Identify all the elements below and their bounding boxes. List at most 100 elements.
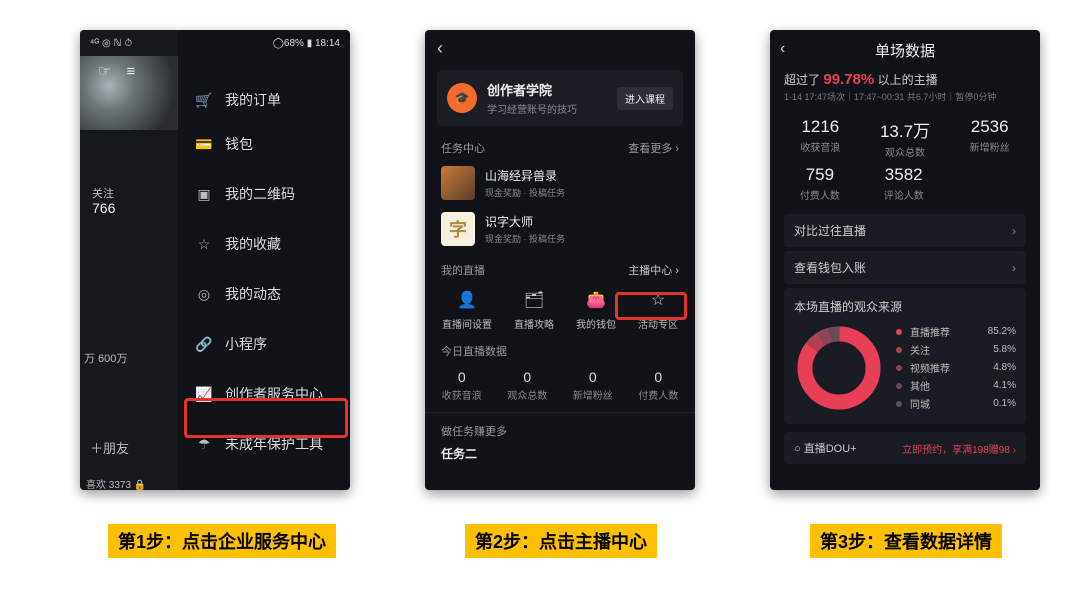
status-bar: ⁴ᴳ ◎ ℕ ⏱ ◯68% ▮ 18:14 <box>80 30 350 56</box>
menu-qrcode[interactable]: ▣ 我的二维码 <box>195 172 336 216</box>
stat-viewers: 13.7万观众总数 <box>863 117 948 159</box>
academy-text: 创作者学院 学习经营账号的技巧 <box>487 80 577 116</box>
task2-label: 任务二 <box>425 443 695 464</box>
chevron-right-icon: › <box>1012 261 1016 275</box>
stat-payers: 759付费人数 <box>778 165 862 202</box>
highlight-anchor-center <box>615 292 687 320</box>
user-icon: 👤 <box>457 290 477 310</box>
stat-newfans: 2536新增粉丝 <box>947 117 1032 159</box>
my-live-header: 我的直播 主播中心 › <box>425 258 695 282</box>
umbrella-icon: ☂ <box>195 436 213 453</box>
menu-label: 我的收藏 <box>225 234 281 254</box>
see-more-link[interactable]: 查看更多 › <box>628 140 679 156</box>
menu-moments[interactable]: ◎ 我的动态 <box>195 272 336 316</box>
task-thumb <box>441 166 475 200</box>
task-thumb: 字 <box>441 212 475 246</box>
grid-label: 直播攻略 <box>514 316 554 331</box>
compare-past-link[interactable]: 对比过往直播› <box>784 214 1026 247</box>
today-stats-label: 今日直播数据 <box>441 343 507 359</box>
task-item[interactable]: 山海经异兽录 现金奖励 · 投稿任务 <box>425 160 695 206</box>
live-settings[interactable]: 👤 直播间设置 <box>442 290 492 331</box>
menu-orders[interactable]: 🛒 我的订单 <box>195 78 336 122</box>
menu-label: 我的二维码 <box>225 184 295 204</box>
today-stats-header: 今日直播数据 <box>425 339 695 363</box>
academy-title: 创作者学院 <box>487 80 577 99</box>
highlight-creator-center <box>184 398 348 438</box>
task-text: 识字大师 现金奖励 · 投稿任务 <box>485 213 565 245</box>
hand-icon[interactable]: ☞ ≡ <box>98 60 135 81</box>
card-icon: 💳 <box>195 136 213 153</box>
my-wallet[interactable]: 👛 我的钱包 <box>576 290 616 331</box>
chevron-right-icon: › <box>1012 224 1016 238</box>
screenshot-step1: ⁴ᴳ ◎ ℕ ⏱ ◯68% ▮ 18:14 ☞ ≡ 关注 766 万 600万 … <box>80 30 350 490</box>
stat-item: 0付费人数 <box>638 369 678 402</box>
status-right: ◯68% ▮ 18:14 <box>273 38 340 49</box>
star-icon: ☆ <box>195 236 213 253</box>
task-title: 识字大师 <box>485 213 565 230</box>
donut-legend: 直播推荐85.2%关注5.8%视频推荐4.8%其他4.1%同城0.1% <box>896 321 1016 414</box>
dou-label: ○ 直播DOU+ <box>794 440 857 456</box>
wallet-income-link[interactable]: 查看钱包入账› <box>784 251 1026 284</box>
caption-step1: 第1步：点击企业服务中心 <box>108 524 336 558</box>
menu-favorites[interactable]: ☆ 我的收藏 <box>195 222 336 266</box>
page-title: ‹ 单场数据 <box>770 30 1040 63</box>
screenshot-step3: ‹ 单场数据 超过了 99.78% 以上的主播 1-14 17:47场次｜17:… <box>770 30 1040 490</box>
task-center-label: 任务中心 <box>441 140 485 156</box>
caption-step3: 第3步：查看数据详情 <box>810 524 1002 558</box>
menu-label: 我的动态 <box>225 284 281 304</box>
exceed-pct: 99.78% <box>823 71 874 88</box>
menu-label: 小程序 <box>225 334 267 354</box>
exceed-line: 超过了 99.78% 以上的主播 1-14 17:47场次｜17:47~00:3… <box>770 63 1040 105</box>
fans-text: 万 600万 <box>84 350 127 366</box>
dou-cta: 立即预约，享满198赠98 › <box>902 441 1016 456</box>
today-stats: 0收获音浪 0观众总数 0新增粉丝 0付费人数 <box>425 363 695 413</box>
creator-academy-card[interactable]: 🎓 创作者学院 学习经营账号的技巧 进入课程 <box>437 70 683 126</box>
audience-source-card: 本场直播的观众来源 直播推荐85.2%关注5.8%视频推荐4.8%其他4.1%同… <box>784 288 1026 424</box>
stat-sound: 1216收获音浪 <box>778 117 863 159</box>
follow-label: 关注 <box>92 185 114 201</box>
dou-plus-promo[interactable]: ○ 直播DOU+ 立即预约，享满198赠98 › <box>784 432 1026 464</box>
cart-icon: 🛒 <box>195 92 213 109</box>
my-live-label: 我的直播 <box>441 262 485 278</box>
more-tasks-header: 做任务赚更多 <box>425 419 695 443</box>
screenshot-step2: ‹ 🎓 创作者学院 学习经营账号的技巧 进入课程 任务中心 查看更多 › 山海经… <box>425 30 695 490</box>
caption-step2: 第2步：点击主播中心 <box>465 524 657 558</box>
big-stats-row2: 759付费人数 3582评论人数 <box>770 161 1040 204</box>
enter-course-button[interactable]: 进入课程 <box>617 87 673 110</box>
academy-sub: 学习经营账号的技巧 <box>487 101 577 116</box>
menu-wallet[interactable]: 💳钱包 <box>195 122 336 166</box>
task-center-header: 任务中心 查看更多 › <box>425 136 695 160</box>
stat-comments: 3582评论人数 <box>862 165 946 202</box>
status-left: ⁴ᴳ ◎ ℕ ⏱ <box>90 38 132 49</box>
add-friend[interactable]: ＋朋友 <box>90 438 129 457</box>
stat-item: 0收获音浪 <box>442 369 482 402</box>
stat-item: 0新增粉丝 <box>573 369 613 402</box>
big-stats-row1: 1216收获音浪 13.7万观众总数 2536新增粉丝 <box>770 105 1040 161</box>
back-icon[interactable]: ‹ <box>437 38 443 59</box>
academy-icon: 🎓 <box>447 83 477 113</box>
grid-label: 直播间设置 <box>442 316 492 331</box>
likes-text: 喜欢 3373 🔒 <box>86 476 146 490</box>
back-icon[interactable]: ‹ <box>780 40 785 58</box>
more-tasks-label: 做任务赚更多 <box>441 423 507 439</box>
grid-label: 我的钱包 <box>576 316 616 331</box>
live-guide[interactable]: 🗂 直播攻略 <box>514 290 554 331</box>
task-sub: 现金奖励 · 投稿任务 <box>485 186 565 199</box>
book-icon: 🗂 <box>524 290 544 310</box>
circle-icon: ◎ <box>195 286 213 303</box>
audience-source-title: 本场直播的观众来源 <box>794 298 1016 315</box>
qrcode-icon: ▣ <box>195 186 213 203</box>
follow-count: 766 <box>92 200 115 216</box>
task-item[interactable]: 字 识字大师 现金奖励 · 投稿任务 <box>425 206 695 252</box>
session-subline: 1-14 17:47场次｜17:47~00:31 共6.7小时｜暂停0分钟 <box>784 90 1026 103</box>
header-row: ‹ <box>425 30 695 66</box>
anchor-center-link[interactable]: 主播中心 › <box>628 262 679 278</box>
task-text: 山海经异兽录 现金奖励 · 投稿任务 <box>485 167 565 199</box>
profile-strip: ☞ ≡ 关注 766 万 600万 ＋朋友 喜欢 3373 🔒 <box>80 30 178 490</box>
stat-item: 0观众总数 <box>507 369 547 402</box>
menu-label: 我的订单 <box>225 90 281 110</box>
menu-miniapp[interactable]: 🔗小程序 <box>195 322 336 366</box>
task-sub: 现金奖励 · 投稿任务 <box>485 232 565 245</box>
wallet-icon: 👛 <box>586 290 606 310</box>
task-title: 山海经异兽录 <box>485 167 565 184</box>
